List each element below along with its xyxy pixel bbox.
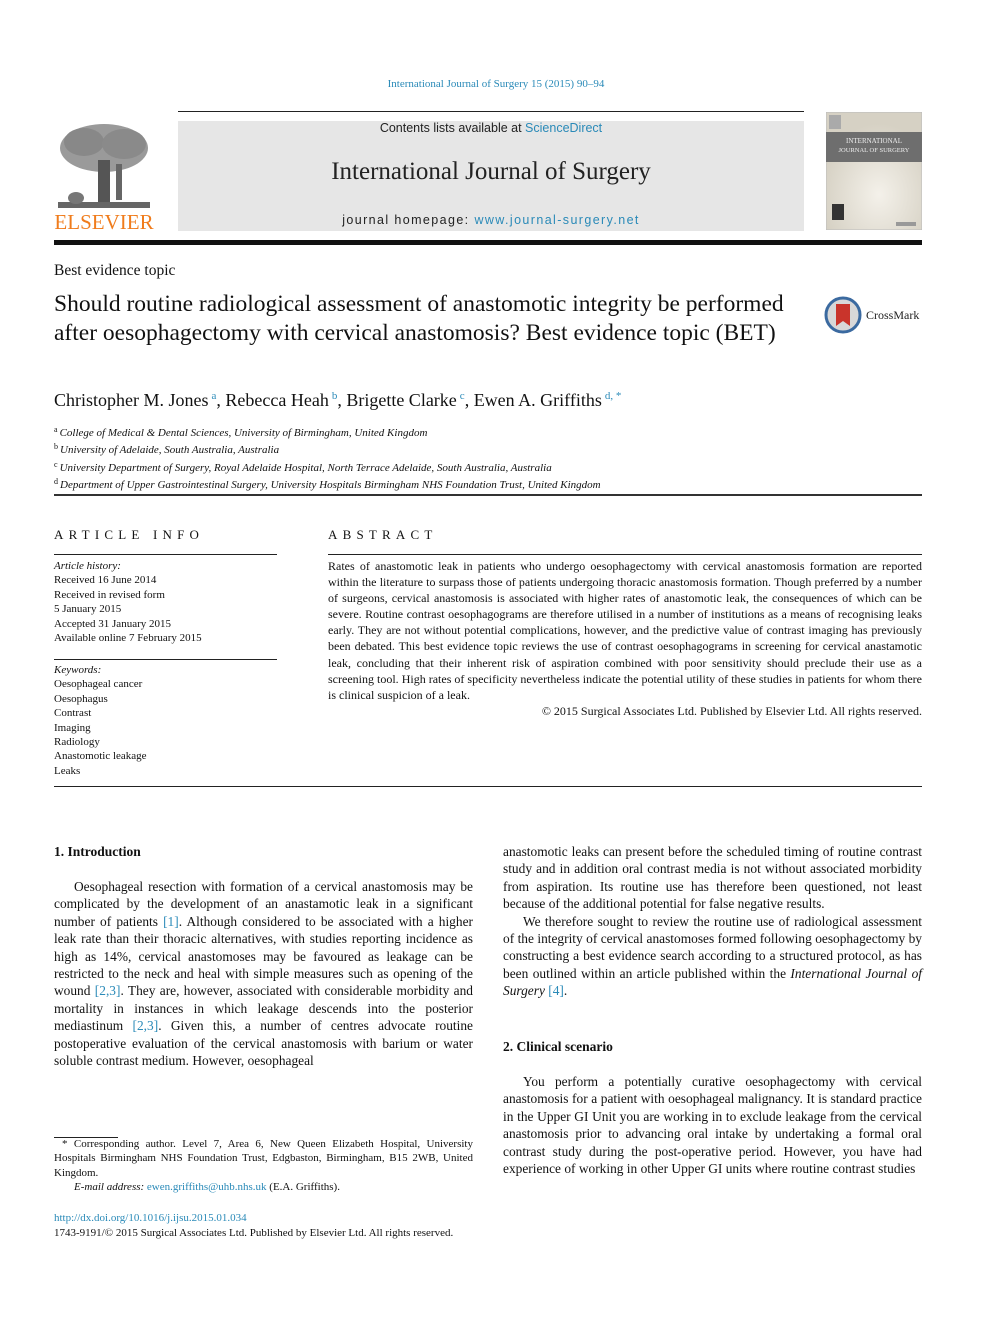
citation-link[interactable]: [2,3] <box>95 983 121 998</box>
abstract-text: Rates of anastomotic leak in patients wh… <box>328 559 922 702</box>
footnote: * Corresponding author. Level 7, Area 6,… <box>54 1137 473 1195</box>
crossmark-icon <box>824 296 862 334</box>
keyword: Radiology <box>54 736 100 749</box>
journal-title[interactable]: International Journal of Surgery <box>178 158 804 186</box>
citation-link[interactable]: [2,3] <box>133 1018 159 1033</box>
affiliation: d Department of Upper Gastrointestinal Su… <box>54 476 601 491</box>
history-item: 5 January 2015 <box>54 603 122 616</box>
keyword: Oesophageal cancer <box>54 678 143 691</box>
citation-link[interactable]: [4] <box>548 983 564 998</box>
paragraph: Oesophageal resection with formation of … <box>54 879 473 1069</box>
citation-link[interactable]: [1] <box>163 914 179 929</box>
author[interactable]: Christopher M. Jones a <box>54 390 216 410</box>
contents-line: Contents lists available at ScienceDirec… <box>379 121 603 135</box>
right-column-text: anastomotic leaks can present before the… <box>503 843 922 1000</box>
keyword: Leaks <box>54 764 81 777</box>
front-matter-end-rule <box>54 786 922 787</box>
article-history: Article history: Received 16 June 2014 R… <box>54 559 202 645</box>
corresponding-author-note: * Corresponding author. Level 7, Area 6,… <box>54 1138 473 1179</box>
affiliations: a College of Medical & Dental Sciences, U… <box>54 423 601 492</box>
email-line: E-mail address: ewen.griffiths@uhb.nhs.u… <box>74 1181 340 1194</box>
keywords: Keywords: Oesophageal cancer Oesophagus … <box>54 663 147 778</box>
keyword: Oesophagus <box>54 692 108 705</box>
author[interactable]: Brigette Clarke c <box>346 390 464 410</box>
history-item: Received 16 June 2014 <box>54 574 157 587</box>
journal-cover-image: INTERNATIONAL JOURNAL OF SURGERY <box>825 111 923 231</box>
keyword: Imaging <box>54 721 91 734</box>
introduction-text: Oesophageal resection with formation of … <box>54 878 473 1069</box>
header-divider <box>54 494 922 496</box>
affiliation: c University Department of Surgery, Royal… <box>54 459 552 474</box>
issn-copyright: 1743-9191/© 2015 Surgical Associates Ltd… <box>54 1227 454 1239</box>
affiliation: a College of Medical & Dental Sciences, U… <box>54 425 428 439</box>
abstract-heading: ABSTRACT <box>328 527 438 542</box>
journal-cover[interactable]: INTERNATIONAL JOURNAL OF SURGERY <box>825 111 923 231</box>
paragraph: We therefore sought to review the routin… <box>503 913 922 999</box>
sciencedirect-link[interactable]: ScienceDirect <box>525 121 602 135</box>
abstract-body: Rates of anastomotic leak in patients wh… <box>328 558 922 719</box>
history-label: Article history: <box>54 560 121 572</box>
doi-block: http://dx.doi.org/10.1016/j.ijsu.2015.01… <box>54 1211 453 1241</box>
header-rule <box>178 111 804 112</box>
elsevier-wordmark: ELSEVIER <box>54 210 154 234</box>
homepage-line: journal homepage: www.journal-surgery.ne… <box>342 213 640 227</box>
abstract-rule <box>328 554 922 555</box>
section-heading-introduction: 1. Introduction <box>54 844 141 859</box>
keyword: Anastomotic leakage <box>54 750 147 763</box>
history-item: Accepted 31 January 2015 <box>54 617 171 630</box>
journal-citation[interactable]: International Journal of Surgery 15 (201… <box>0 78 992 90</box>
paragraph: anastomotic leaks can present before the… <box>503 844 922 912</box>
homepage-link[interactable]: www.journal-surgery.net <box>474 213 639 227</box>
abstract-copyright: © 2015 Surgical Associates Ltd. Publishe… <box>541 703 922 718</box>
article-type: Best evidence topic <box>54 262 176 279</box>
keyword: Contrast <box>54 707 92 720</box>
email-link[interactable]: ewen.griffiths@uhb.nhs.uk <box>147 1181 267 1193</box>
cover-title-2: JOURNAL OF SURGERY <box>839 147 910 154</box>
keywords-label: Keywords: <box>54 664 102 676</box>
clinical-scenario-text: You perform a potentially curative oesop… <box>503 1073 922 1177</box>
section-heading-clinical-scenario: 2. Clinical scenario <box>503 1039 613 1054</box>
affiliation-marker[interactable]: d, * <box>605 390 622 402</box>
history-item: Available online 7 February 2015 <box>54 632 202 645</box>
author[interactable]: Ewen A. Griffiths d, * <box>474 390 622 410</box>
cover-title-1: INTERNATIONAL <box>846 137 902 145</box>
elsevier-logo[interactable]: ELSEVIER <box>54 120 154 235</box>
crossmark-label: CrossMark <box>866 308 920 322</box>
article-title: Should routine radiological assessment o… <box>54 291 784 346</box>
keywords-rule <box>54 659 277 660</box>
author[interactable]: Rebecca Heah b <box>225 390 337 410</box>
history-item: Received in revised form <box>54 588 165 601</box>
elsevier-tree-icon <box>58 124 150 208</box>
crossmark-badge[interactable]: CrossMark <box>824 296 924 336</box>
affiliation: b University of Adelaide, South Australia… <box>54 442 280 457</box>
doi-link[interactable]: http://dx.doi.org/10.1016/j.ijsu.2015.01… <box>54 1212 247 1224</box>
paragraph: You perform a potentially curative oesop… <box>503 1074 922 1177</box>
journal-masthead: Contents lists available at ScienceDirec… <box>178 121 804 231</box>
author-list: Christopher M. Jones a, Rebecca Heah b, Br… <box>54 390 622 410</box>
article-info-heading: ARTICLE INFO <box>54 527 205 542</box>
masthead-thick-rule <box>54 240 922 245</box>
article-info-rule <box>54 554 277 555</box>
